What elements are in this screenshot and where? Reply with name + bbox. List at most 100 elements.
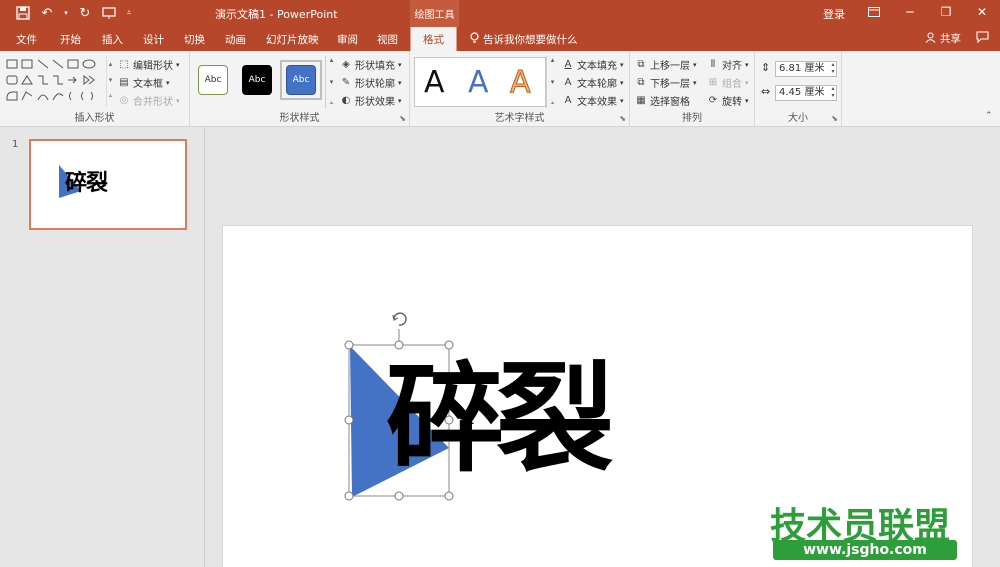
edit-shape-button[interactable]: ⬚ 编辑形状 ▾ bbox=[118, 57, 179, 73]
ribbon-display-options-icon[interactable] bbox=[856, 0, 892, 24]
slide-title-text[interactable]: 碎裂 bbox=[386, 360, 614, 478]
merge-shapes-label: 合并形状 bbox=[133, 97, 173, 108]
selection-pane-icon: ▦ bbox=[636, 94, 646, 106]
shape-style-black[interactable]: Abc bbox=[242, 65, 272, 95]
chevron-down-icon: ▾ bbox=[176, 96, 180, 105]
dialog-launcher-icon[interactable]: ⬊ bbox=[619, 114, 626, 123]
text-fill-icon: A bbox=[564, 58, 572, 70]
wordart-gallery-scroll[interactable]: ▴ ▾ ⩡ bbox=[546, 56, 558, 108]
shape-effects-label: 形状效果 bbox=[355, 97, 395, 108]
ribbon: ▴ ▾ ⩡ ⬚ 编辑形状 ▾ ▤ 文本框 ▾ ◎ 合并形状 ▾ 插入形状 Abc A… bbox=[0, 51, 1000, 127]
wordart-style-black[interactable]: A bbox=[424, 65, 445, 100]
insert-shapes-label: 插入形状 bbox=[74, 113, 115, 124]
bring-forward-button[interactable]: ⧉ 上移一层 ▾ bbox=[635, 57, 697, 73]
selection-pane-button[interactable]: ▦ 选择窗格 bbox=[635, 93, 690, 109]
group-label: 组合 bbox=[722, 79, 742, 90]
shape-effects-button[interactable]: ◐ 形状效果 ▾ bbox=[340, 93, 402, 109]
share-label: 共享 bbox=[940, 33, 961, 45]
tab-design[interactable]: 设计 bbox=[143, 32, 164, 47]
rotate-icon: ⟳ bbox=[708, 94, 718, 106]
edit-shape-icon: ⬚ bbox=[119, 58, 129, 70]
chevron-down-icon: ▾ bbox=[693, 78, 697, 87]
size-group: ⇕ 6.81 厘米 ▴ ▾ ⇔ 4.45 厘米 ▴ ▾ 大小 ⬊ bbox=[755, 51, 842, 127]
shape-style-gallery-scroll[interactable]: ▴ ▾ ⩡ bbox=[325, 56, 337, 108]
tab-file[interactable]: 文件 bbox=[16, 32, 37, 47]
send-backward-icon: ⧉ bbox=[637, 76, 645, 88]
undo-dropdown-icon[interactable]: ▾ bbox=[62, 4, 70, 22]
insert-shapes-group: ▴ ▾ ⩡ ⬚ 编辑形状 ▾ ▤ 文本框 ▾ ◎ 合并形状 ▾ 插入形状 bbox=[0, 51, 190, 127]
shape-width-input[interactable]: 4.45 厘米 bbox=[775, 85, 837, 101]
shape-height-input[interactable]: 6.81 厘米 bbox=[775, 61, 837, 77]
group-button[interactable]: ⊞ 组合 ▾ bbox=[707, 75, 749, 91]
text-fill-button[interactable]: A 文本填充 ▾ bbox=[562, 57, 624, 73]
person-icon bbox=[925, 32, 936, 46]
text-box-button[interactable]: ▤ 文本框 ▾ bbox=[118, 75, 170, 91]
text-outline-button[interactable]: A 文本轮廓 ▾ bbox=[562, 75, 624, 91]
width-icon: ⇔ bbox=[761, 85, 771, 98]
width-spinner[interactable]: ▴ ▾ bbox=[829, 85, 837, 99]
merge-shapes-icon: ◎ bbox=[119, 94, 129, 106]
tab-slideshow[interactable]: 幻灯片放映 bbox=[266, 32, 319, 47]
save-icon[interactable] bbox=[14, 4, 32, 22]
effects-icon: ◐ bbox=[341, 94, 351, 106]
text-box-label: 文本框 bbox=[133, 79, 163, 90]
text-effects-icon: A bbox=[564, 94, 572, 106]
ribbon-tab-bar: 文件 开始 插入 设计 切换 动画 幻灯片放映 审阅 视图 格式 告诉我你想要做… bbox=[0, 27, 1000, 51]
shape-fill-button[interactable]: ◈ 形状填充 ▾ bbox=[340, 57, 401, 73]
customize-qat-icon[interactable]: ⩡ bbox=[124, 4, 134, 22]
rotate-button[interactable]: ⟳ 旋转 ▾ bbox=[707, 93, 749, 109]
group-icon: ⊞ bbox=[708, 76, 718, 88]
undo-icon[interactable]: ↶ bbox=[38, 4, 56, 22]
collapse-ribbon-icon[interactable]: ⌃ bbox=[985, 111, 993, 121]
wordart-style-blue[interactable]: A bbox=[468, 65, 489, 100]
tab-review[interactable]: 审阅 bbox=[337, 32, 358, 47]
send-backward-button[interactable]: ⧉ 下移一层 ▾ bbox=[635, 75, 697, 91]
dialog-launcher-icon[interactable]: ⬊ bbox=[399, 114, 406, 123]
tab-view[interactable]: 视图 bbox=[377, 32, 398, 47]
shape-style-white[interactable]: Abc bbox=[198, 65, 228, 95]
bring-forward-icon: ⧉ bbox=[637, 58, 645, 70]
comments-icon[interactable] bbox=[976, 31, 989, 46]
text-fill-label: 文本填充 bbox=[577, 61, 617, 72]
minimize-icon[interactable]: ─ bbox=[892, 0, 928, 24]
wordart-style-orange[interactable]: A bbox=[510, 65, 532, 101]
tell-me-box[interactable]: 告诉我你想要做什么 bbox=[470, 32, 578, 47]
restore-icon[interactable]: ❐ bbox=[928, 0, 964, 24]
window-controls: ─ ❐ ✕ bbox=[856, 0, 1000, 24]
chevron-down-icon: ▾ bbox=[166, 78, 170, 87]
thumbnail-triangle-shape bbox=[59, 165, 81, 198]
login-link[interactable]: 登录 bbox=[823, 6, 845, 22]
bring-forward-label: 上移一层 bbox=[650, 61, 690, 72]
close-icon[interactable]: ✕ bbox=[964, 0, 1000, 24]
align-button[interactable]: ⫴ 对齐 ▾ bbox=[707, 57, 749, 73]
watermark-url: www.jsgho.com bbox=[773, 540, 957, 560]
shapes-gallery-scroll[interactable]: ▴ ▾ ⩡ bbox=[106, 56, 114, 106]
tab-transitions[interactable]: 切换 bbox=[184, 32, 205, 47]
height-icon: ⇕ bbox=[761, 61, 771, 74]
tab-animations[interactable]: 动画 bbox=[225, 32, 246, 47]
start-slideshow-icon[interactable] bbox=[100, 4, 118, 22]
chevron-down-icon: ▾ bbox=[693, 60, 697, 69]
tab-format[interactable]: 格式 bbox=[410, 27, 457, 51]
text-effects-button[interactable]: A 文本效果 ▾ bbox=[562, 93, 624, 109]
align-icon: ⫴ bbox=[710, 58, 716, 70]
shape-style-blue[interactable]: Abc bbox=[286, 65, 316, 95]
shape-outline-button[interactable]: ✎ 形状轮廓 ▾ bbox=[340, 75, 402, 91]
share-button[interactable]: 共享 bbox=[925, 31, 961, 46]
title-bar: ↶ ▾ ↻ ⩡ 演示文稿1 - PowerPoint 绘图工具 登录 ─ ❐ ✕ bbox=[0, 0, 1000, 27]
merge-shapes-button[interactable]: ◎ 合并形状 ▾ bbox=[118, 93, 180, 109]
chevron-down-icon: ▾ bbox=[745, 96, 749, 105]
lightbulb-icon bbox=[470, 32, 479, 47]
tab-home[interactable]: 开始 bbox=[60, 32, 81, 47]
dialog-launcher-icon[interactable]: ⬊ bbox=[831, 114, 838, 123]
redo-icon[interactable]: ↻ bbox=[76, 4, 94, 22]
pen-icon: ✎ bbox=[341, 76, 351, 88]
slide-thumbnail[interactable]: 碎裂 bbox=[29, 139, 187, 230]
shapes-gallery[interactable] bbox=[5, 56, 105, 106]
tab-insert[interactable]: 插入 bbox=[102, 32, 123, 47]
document-title: 演示文稿1 - PowerPoint bbox=[215, 8, 338, 21]
arrange-label: 排列 bbox=[682, 113, 702, 124]
rotate-label: 旋转 bbox=[722, 97, 742, 108]
height-spinner[interactable]: ▴ ▾ bbox=[829, 61, 837, 75]
text-outline-label: 文本轮廓 bbox=[577, 79, 617, 90]
